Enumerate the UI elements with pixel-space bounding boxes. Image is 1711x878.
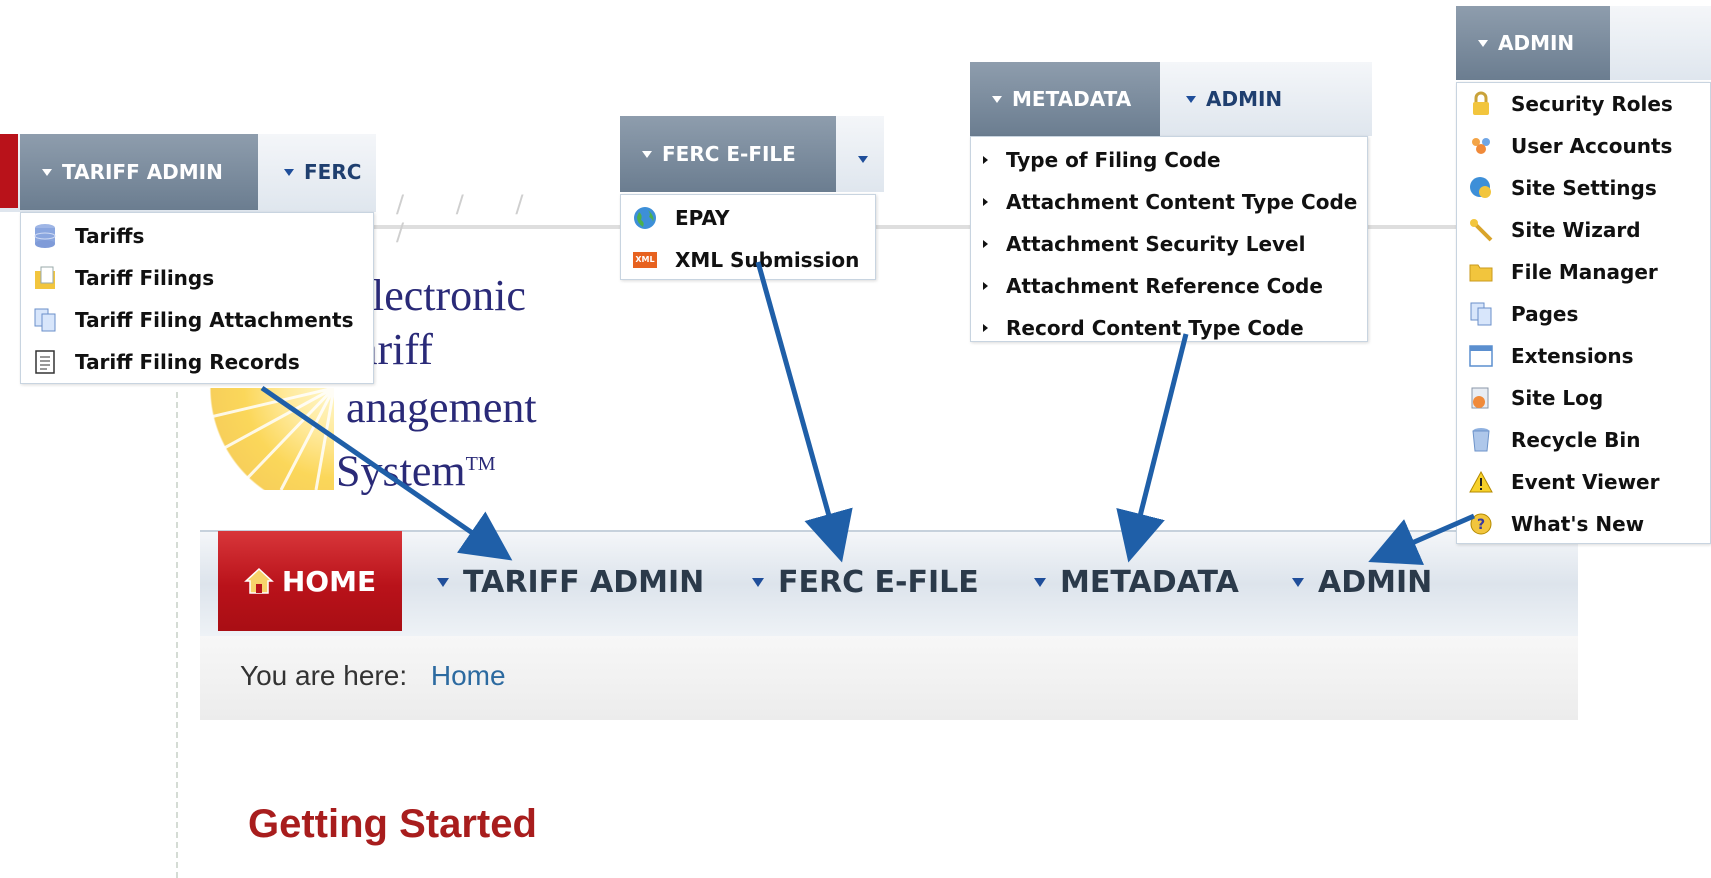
arrow-admin bbox=[1368, 513, 1475, 565]
arrow-tariff-admin bbox=[260, 385, 513, 561]
arrow-metadata bbox=[1116, 333, 1189, 563]
arrow-ferc-efile bbox=[755, 261, 853, 563]
annotation-arrows bbox=[260, 261, 1475, 565]
